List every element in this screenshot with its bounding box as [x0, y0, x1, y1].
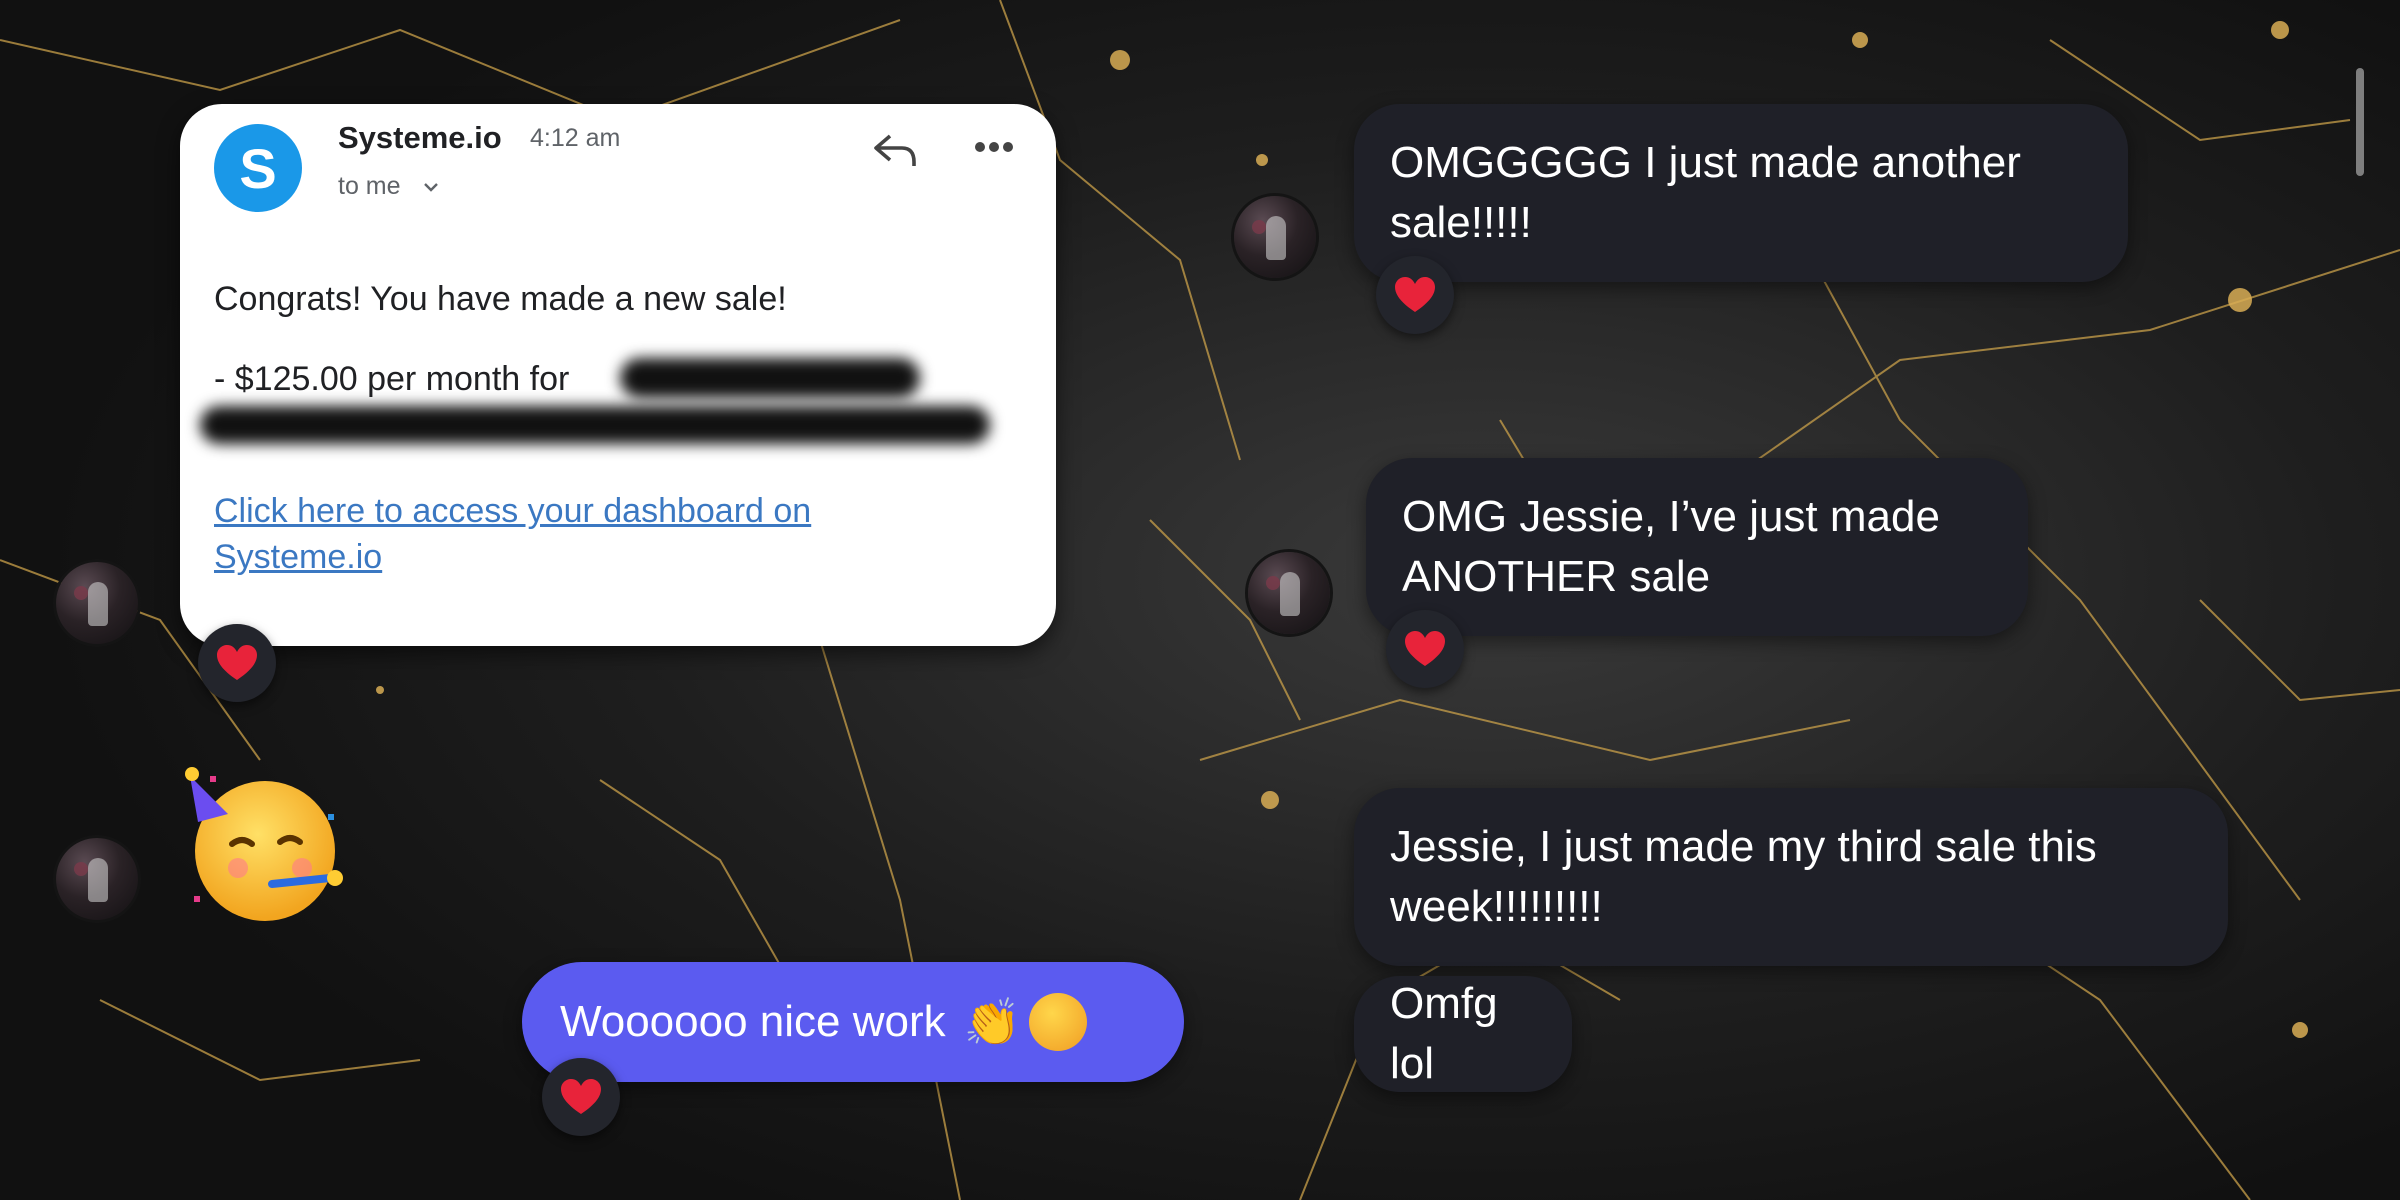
avatar[interactable] [56, 562, 138, 644]
heart-reaction[interactable] [198, 624, 276, 702]
chevron-down-icon [424, 183, 438, 192]
received-message-bubble[interactable]: OMGGGGG I just made another sale!!!!! [1354, 104, 2128, 282]
heart-reaction[interactable] [1386, 610, 1464, 688]
heart-icon [217, 645, 257, 680]
sent-message-text: Woooooo nice work [560, 997, 946, 1046]
clapping-hands-icon: 👏 [963, 995, 1021, 1048]
avatar[interactable] [1248, 552, 1330, 634]
message-text: Omfg lol [1390, 979, 1498, 1088]
received-message-bubble[interactable]: Omfg lol [1354, 976, 1572, 1092]
message-text: OMGGGGG I just made another sale!!!!! [1390, 138, 2021, 247]
partying-face-icon [1028, 993, 1087, 1051]
avatar[interactable] [56, 838, 138, 920]
received-message-bubble[interactable]: OMG Jessie, I’ve just made ANOTHER sale [1366, 458, 2028, 636]
email-sender: Systeme.io [338, 120, 502, 155]
scrollbar[interactable] [2356, 68, 2364, 176]
heart-reaction[interactable] [542, 1058, 620, 1136]
heart-icon [1405, 631, 1445, 666]
more-icon [975, 142, 1013, 152]
redacted-block [200, 406, 990, 444]
reply-icon [874, 134, 916, 166]
email-time: 4:12 am [530, 124, 621, 152]
received-message-bubble[interactable]: Jessie, I just made my third sale this w… [1354, 788, 2228, 966]
message-text: OMG Jessie, I’ve just made ANOTHER sale [1402, 492, 1940, 601]
avatar[interactable] [1234, 196, 1316, 278]
dashboard-link: Click here to access your dashboard on S… [214, 492, 812, 576]
partying-face-icon[interactable] [180, 756, 350, 926]
systeme-logo: S [214, 124, 302, 212]
redacted-block [620, 358, 920, 398]
email-recipient: to me [338, 172, 401, 200]
sent-message-bubble[interactable]: Woooooo nice work 👏 [522, 962, 1184, 1082]
heart-reaction[interactable] [1376, 256, 1454, 334]
email-screenshot: S Systeme.io 4:12 am to me Congrats! You… [180, 104, 1056, 646]
email-line-congrats: Congrats! You have made a new sale! [214, 280, 787, 318]
heart-icon [561, 1079, 601, 1114]
heart-icon [1395, 277, 1435, 312]
email-line-amount: - $125.00 per month for [214, 360, 570, 398]
message-text: Jessie, I just made my third sale this w… [1390, 822, 2097, 931]
